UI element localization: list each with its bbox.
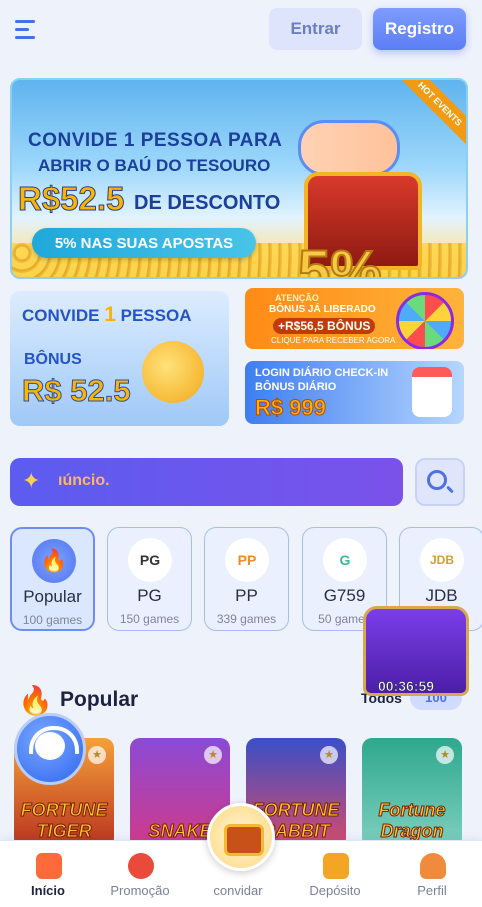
provider-tab-popular[interactable]: 🔥 Popular 100 games bbox=[10, 527, 95, 631]
register-button[interactable]: Registro bbox=[373, 8, 466, 50]
hot-events-badge: HOT EVENTS bbox=[390, 80, 466, 154]
banner-pill: 5% NAS SUAS APOSTAS bbox=[32, 228, 256, 258]
nav-perfil[interactable]: Perfil bbox=[384, 841, 480, 907]
nav-inicio[interactable]: Início bbox=[0, 841, 96, 907]
banner-price: R$52.5 bbox=[17, 180, 125, 218]
checkin-subtitle: BÔNUS DIÁRIO bbox=[255, 381, 337, 393]
game-card[interactable]: ★ Fortune Dragon bbox=[362, 738, 462, 840]
game-name: Fortune Dragon bbox=[378, 800, 446, 841]
search-icon bbox=[427, 470, 447, 490]
search-button[interactable] bbox=[415, 458, 465, 506]
nav-label: Início bbox=[31, 883, 65, 898]
provider-count: 150 games bbox=[119, 612, 180, 626]
pg-logo-icon: PG bbox=[128, 538, 172, 582]
user-icon bbox=[420, 853, 446, 879]
favorite-star-icon[interactable]: ★ bbox=[320, 746, 338, 764]
wallet-icon bbox=[323, 853, 349, 879]
menu-icon[interactable] bbox=[12, 16, 40, 44]
provider-count: 100 games bbox=[22, 613, 83, 627]
chest-timer: 00:36:59 bbox=[378, 678, 435, 695]
prize-wheel-icon bbox=[396, 292, 454, 349]
checkin-amount: R$ 999 bbox=[255, 395, 327, 421]
nav-label: Promoção bbox=[110, 883, 170, 898]
bonus-released-card[interactable]: ATENÇÃO BÔNUS JÁ LIBERADO +R$56,5 BÔNUS … bbox=[245, 288, 464, 349]
checkin-title: LOGIN DIÁRIO CHECK-IN bbox=[255, 367, 389, 379]
invite-card-label: BÔNUS bbox=[24, 351, 82, 368]
calendar-icon bbox=[412, 367, 452, 417]
invite-bonus-card[interactable]: CONVIDE 1 PESSOA BÔNUS R$ 52.5 bbox=[10, 291, 229, 426]
nav-label: Depósito bbox=[309, 883, 361, 898]
invite-chest-button[interactable] bbox=[207, 803, 275, 871]
flame-icon: 🔥 bbox=[32, 539, 76, 583]
slot-machine-icon bbox=[36, 853, 62, 879]
bonus-released-label: BÔNUS JÁ LIBERADO bbox=[269, 304, 376, 315]
treasure-chest-icon bbox=[224, 824, 264, 856]
provider-name: Popular bbox=[23, 587, 82, 606]
handshake-image bbox=[298, 120, 400, 176]
section-title: Popular bbox=[60, 688, 139, 711]
bonus-cta: CLIQUE PARA RECEBER AGORA bbox=[271, 336, 396, 345]
banner-desc: DE DESCONTO bbox=[134, 192, 281, 214]
nav-label: Perfil bbox=[417, 883, 447, 898]
medal-icon bbox=[128, 853, 154, 879]
top-bar: Entrar Registro bbox=[0, 0, 482, 60]
favorite-star-icon[interactable]: ★ bbox=[436, 746, 454, 764]
favorite-star-icon[interactable]: ★ bbox=[88, 746, 106, 764]
daily-checkin-card[interactable]: LOGIN DIÁRIO CHECK-IN BÔNUS DIÁRIO R$ 99… bbox=[245, 361, 464, 424]
provider-name: PG bbox=[137, 586, 162, 605]
attention-label: ATENÇÃO bbox=[275, 293, 319, 303]
nav-promocao[interactable]: Promoção bbox=[92, 841, 188, 907]
announcement-marquee[interactable]: ✦ ıúncio. bbox=[10, 458, 403, 506]
coin-icon bbox=[142, 341, 204, 403]
favorite-star-icon[interactable]: ★ bbox=[204, 746, 222, 764]
game-name: FORTUNE TIGER bbox=[20, 800, 108, 841]
megaphone-icon: ✦ bbox=[22, 468, 41, 493]
login-button[interactable]: Entrar bbox=[269, 8, 362, 50]
banner-line2: ABRIR O BAÚ DO TESOURO bbox=[38, 156, 271, 175]
nav-deposito[interactable]: Depósito bbox=[287, 841, 383, 907]
banner-big-percent: 5% bbox=[297, 238, 383, 279]
jdb-logo-icon: JDB bbox=[420, 538, 464, 582]
provider-name: PP bbox=[235, 586, 258, 605]
customer-support-button[interactable] bbox=[14, 713, 86, 785]
provider-count: 339 games bbox=[216, 612, 277, 626]
invite-card-title: CONVIDE 1 PESSOA bbox=[22, 303, 192, 326]
banner-line1: CONVIDE 1 PESSOA PARA bbox=[28, 130, 283, 151]
pp-logo-icon: PP bbox=[225, 538, 269, 582]
provider-name: JDB bbox=[425, 586, 458, 605]
announcement-text: ıúncio. bbox=[58, 472, 110, 489]
g759-logo-icon: G bbox=[323, 538, 367, 582]
provider-name: G759 bbox=[323, 586, 366, 605]
bonus-amount: +R$56,5 BÔNUS bbox=[273, 318, 376, 334]
invite-card-amount: R$ 52.5 bbox=[22, 373, 132, 409]
main-promo-banner[interactable]: 5% HOT EVENTS CONVIDE 1 PESSOA PARA ABRI… bbox=[10, 78, 468, 279]
provider-tab-pp[interactable]: PP PP 339 games bbox=[204, 527, 289, 631]
nav-label: convidar bbox=[213, 883, 263, 898]
provider-tab-pg[interactable]: PG PG 150 games bbox=[107, 527, 192, 631]
